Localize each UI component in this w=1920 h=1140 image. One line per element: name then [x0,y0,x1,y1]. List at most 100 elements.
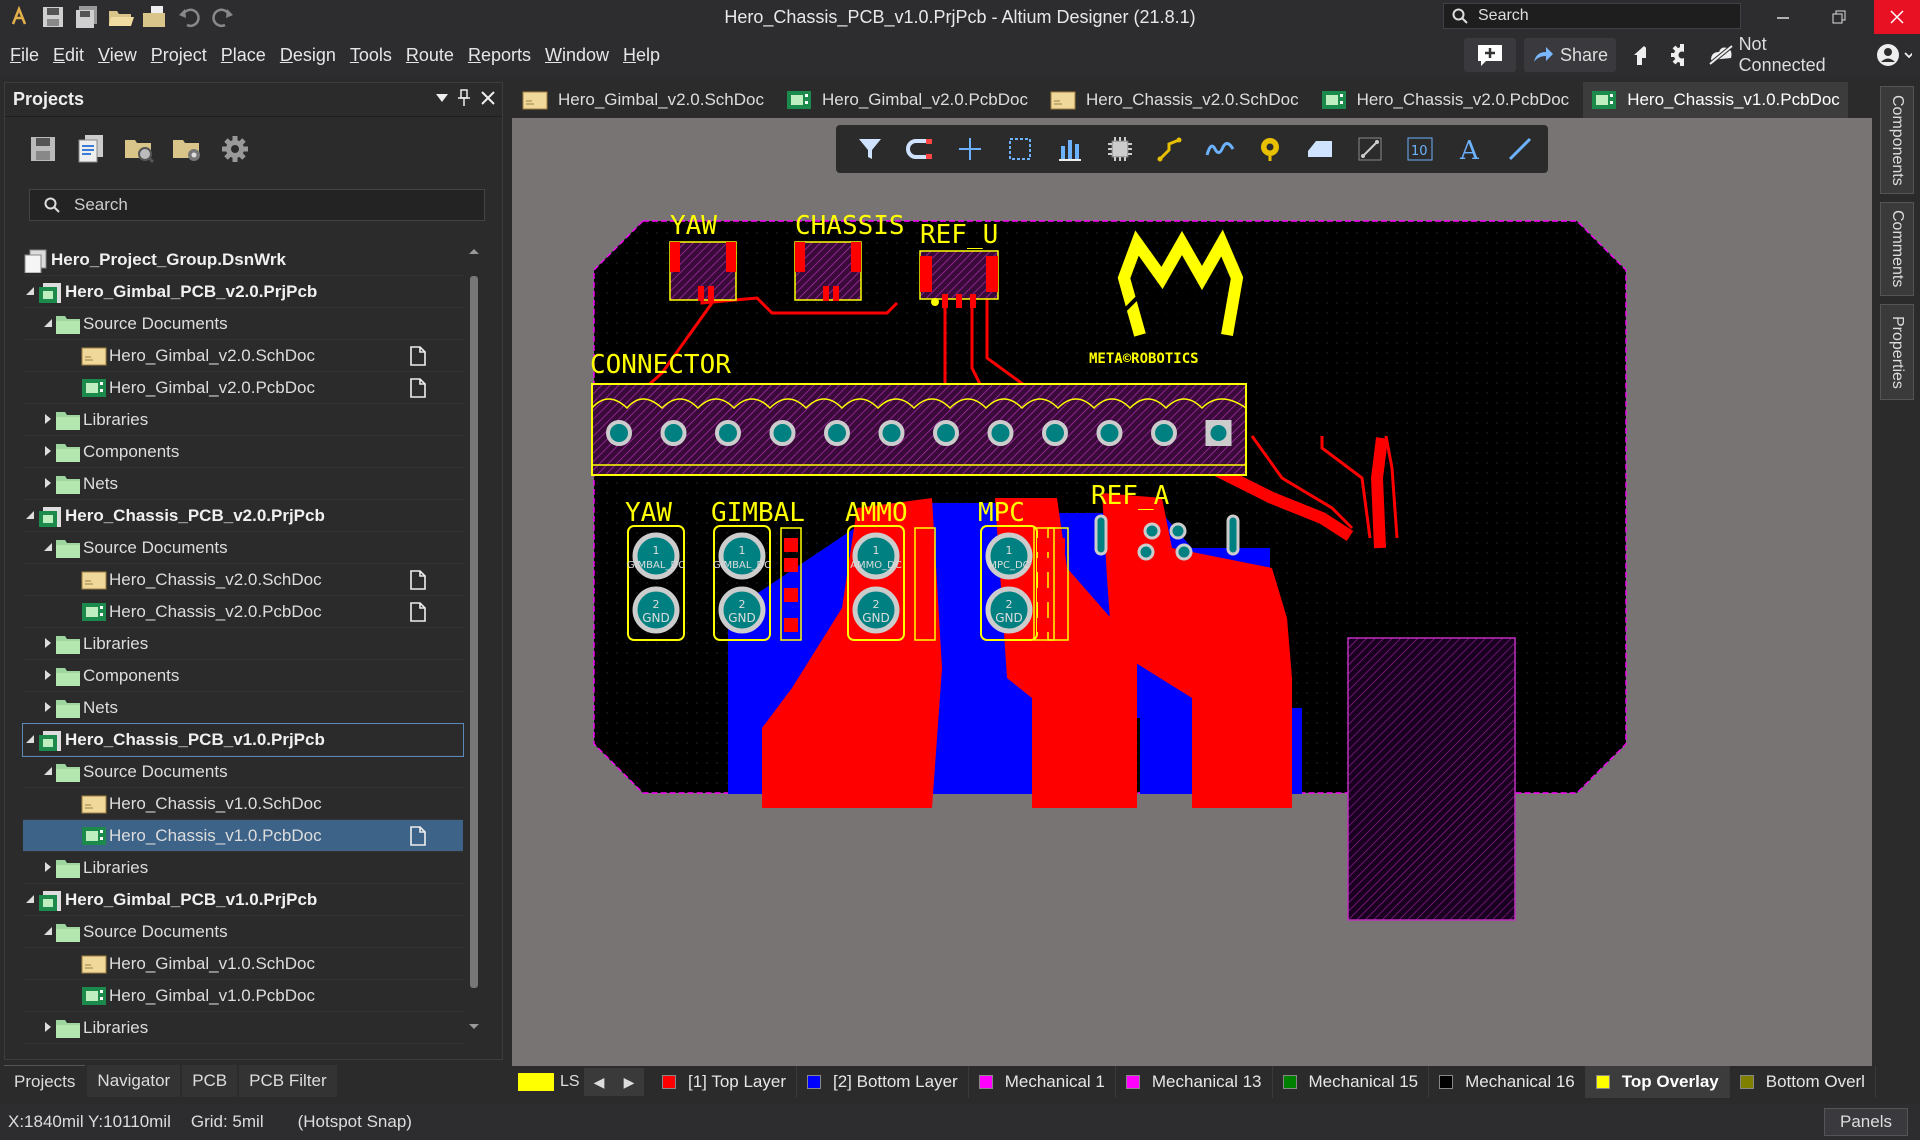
layer-next-icon[interactable]: ▶ [624,1074,635,1091]
minimize-button[interactable] [1760,0,1806,34]
tree-project-item[interactable]: Hero_Chassis_PCB_v2.0.PrjPcb [23,500,463,532]
expanded-arrow-icon[interactable] [25,733,35,743]
menu-help[interactable]: Help [623,45,660,66]
tree-folder-item[interactable]: Libraries [23,1012,463,1044]
side-tab-comments[interactable]: Comments [1880,202,1914,296]
layer-tab[interactable]: Top Overlay [1585,1066,1730,1098]
collapsed-arrow-icon[interactable] [43,413,53,424]
crosshair-icon[interactable] [948,129,992,169]
tree-folder-item[interactable]: Libraries [23,404,463,436]
tree-document-item[interactable]: Hero_Gimbal_v1.0.PcbDoc [23,980,463,1012]
pcb-board-view[interactable]: YAW CHASSIS REF_U CONNECTOR REF_A YAW GI… [512,118,1872,1066]
restore-button[interactable] [1816,0,1862,34]
menu-route[interactable]: Route [406,45,454,66]
side-tab-components[interactable]: Components [1880,86,1914,194]
settings-button[interactable] [1662,38,1692,72]
expanded-arrow-icon[interactable] [25,285,35,295]
redo-icon[interactable] [208,3,238,31]
place-track-icon[interactable] [1498,129,1542,169]
panel-close-icon[interactable] [481,89,495,110]
menu-view[interactable]: View [98,45,137,66]
connection-status-button[interactable]: Not Connected [1700,34,1860,75]
undo-icon[interactable] [174,3,204,31]
tree-folder-item[interactable]: Source Documents [23,532,463,564]
panel-settings-gear-icon[interactable] [219,133,251,165]
app-logo-icon[interactable] [4,3,34,31]
place-fill-icon[interactable] [1298,129,1342,169]
layer-tab[interactable]: Mechanical 16 [1429,1066,1586,1098]
scrollbar-thumb[interactable] [470,276,478,988]
layer-set-button[interactable]: LS [512,1068,584,1096]
layer-tab[interactable]: Mechanical 1 [969,1066,1116,1098]
menu-tools[interactable]: Tools [350,45,392,66]
home-button[interactable] [1624,38,1654,72]
project-documents-icon[interactable] [75,133,107,165]
add-comment-button[interactable] [1464,38,1516,72]
interactive-routing-icon[interactable] [898,129,942,169]
tree-document-item[interactable]: Hero_Chassis_v1.0.PcbDoc [23,820,463,852]
tree-folder-item[interactable]: Source Documents [23,756,463,788]
document-tab[interactable]: Hero_Gimbal_v2.0.PcbDoc [777,82,1036,118]
tab-projects[interactable]: Projects [4,1065,86,1097]
scroll-up-icon[interactable] [468,246,480,256]
collapsed-arrow-icon[interactable] [43,1021,53,1032]
tree-folder-item[interactable]: Libraries [23,628,463,660]
tree-project-item[interactable]: Hero_Gimbal_PCB_v2.0.PrjPcb [23,276,463,308]
collapsed-arrow-icon[interactable] [43,477,53,488]
projects-search-input[interactable]: Search [29,189,485,221]
place-string-icon[interactable]: A [1448,129,1492,169]
collapsed-arrow-icon[interactable] [43,637,53,648]
tree-project-item[interactable]: Hero_Project_Group.DsnWrk [23,244,463,276]
open-icon[interactable] [106,3,136,31]
place-component-icon[interactable] [1098,129,1142,169]
place-dimension-icon[interactable]: 10 [1398,129,1442,169]
save-all-icon[interactable] [72,3,102,31]
tree-document-item[interactable]: Hero_Gimbal_v2.0.SchDoc [23,340,463,372]
tree-document-item[interactable]: Hero_Chassis_v1.0.SchDoc [23,788,463,820]
menu-window[interactable]: Window [545,45,609,66]
collapsed-arrow-icon[interactable] [43,861,53,872]
tree-folder-item[interactable]: Components [23,436,463,468]
place-via-icon[interactable] [1248,129,1292,169]
expanded-arrow-icon[interactable] [43,925,53,935]
document-tab[interactable]: Hero_Gimbal_v2.0.SchDoc [514,82,772,118]
menu-design[interactable]: Design [280,45,336,66]
collapsed-arrow-icon[interactable] [43,669,53,680]
tab-pcb-filter[interactable]: PCB Filter [239,1065,337,1097]
collapsed-arrow-icon[interactable] [43,445,53,456]
tree-folder-item[interactable]: Nets [23,468,463,500]
layer-tab[interactable]: [2] Bottom Layer [797,1066,969,1098]
menu-place[interactable]: Place [221,45,266,66]
tree-project-item[interactable]: Hero_Gimbal_PCB_v1.0.PrjPcb [23,884,463,916]
route-icon[interactable] [1148,129,1192,169]
layer-tab[interactable]: [1] Top Layer [652,1066,797,1098]
open-project-icon[interactable] [140,3,170,31]
layer-tab[interactable]: Mechanical 13 [1116,1066,1273,1098]
tree-document-item[interactable]: Hero_Chassis_v2.0.SchDoc [23,564,463,596]
menu-file[interactable]: File [10,45,39,66]
layer-tab[interactable]: Mechanical 15 [1273,1066,1430,1098]
expanded-arrow-icon[interactable] [43,541,53,551]
project-tree-scrollbar[interactable] [468,246,480,1036]
align-icon[interactable] [1048,129,1092,169]
scroll-down-icon[interactable] [468,1022,480,1032]
document-tab[interactable]: Hero_Chassis_v2.0.SchDoc [1041,82,1307,118]
expanded-arrow-icon[interactable] [43,317,53,327]
place-line-icon[interactable] [1348,129,1392,169]
menu-project[interactable]: Project [151,45,207,66]
close-button[interactable] [1874,0,1920,34]
tab-navigator[interactable]: Navigator [87,1065,181,1097]
filter-icon[interactable] [848,129,892,169]
panel-menu-icon[interactable] [435,89,449,110]
panels-button[interactable]: Panels [1824,1108,1908,1136]
tree-document-item[interactable]: Hero_Gimbal_v2.0.PcbDoc [23,372,463,404]
tree-folder-item[interactable]: Libraries [23,852,463,884]
expanded-arrow-icon[interactable] [43,765,53,775]
select-rectangle-icon[interactable] [998,129,1042,169]
document-tab[interactable]: Hero_Chassis_v2.0.PcbDoc [1312,82,1578,118]
save-icon[interactable] [38,3,68,31]
tree-folder-item[interactable]: Source Documents [23,308,463,340]
global-search-input[interactable]: Search [1443,3,1741,29]
tree-project-item[interactable]: Hero_Chassis_PCB_v1.0.PrjPcb [22,723,464,757]
layer-prev-icon[interactable]: ◀ [594,1074,605,1091]
